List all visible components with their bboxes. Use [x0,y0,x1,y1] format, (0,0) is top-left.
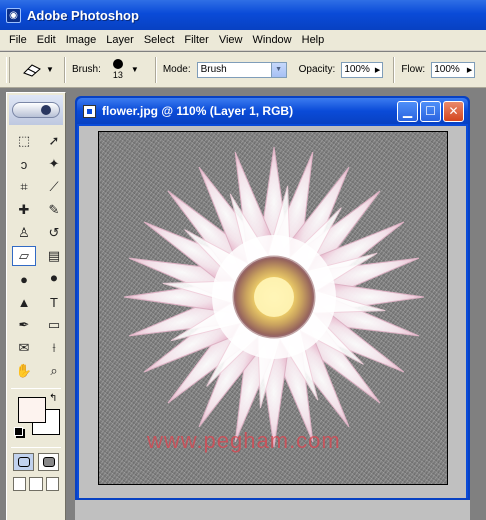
toolbox-separator [11,388,61,389]
mode-select[interactable]: Brush ▼ [196,61,287,78]
document-window: flower.jpg @ 110% (Layer 1, RGB) ▁ ☐ ✕ w… [75,96,470,500]
menu-filter[interactable]: Filter [179,34,213,46]
standard-screen-mode-icon[interactable] [13,477,27,491]
brush-chevron-down-icon[interactable]: ▼ [131,65,139,74]
options-bar: ▼ Brush: 13 ▼ Mode: Brush ▼ Opacity: 100… [0,52,486,88]
document-icon [83,104,96,118]
app-titlebar: ◉ Adobe Photoshop [0,0,486,30]
options-bar-grip[interactable] [6,56,10,83]
mode-value: Brush [200,64,227,75]
history-brush-tool-icon[interactable]: ↺ [42,223,66,243]
marquee-tool-icon[interactable]: ⬚ [12,131,36,151]
document-titlebar[interactable]: flower.jpg @ 110% (Layer 1, RGB) ▁ ☐ ✕ [77,98,468,124]
move-tool-icon[interactable]: ➚ [42,131,66,151]
path-selection-tool-icon[interactable]: ▲ [12,292,36,312]
slice-tool-icon[interactable]: ⟋ [42,177,66,197]
flow-field[interactable]: 100% ▶ [431,61,476,78]
crop-tool-icon[interactable]: ⌗ [12,177,36,197]
window-controls: ▁ ☐ ✕ [397,100,464,122]
app-title: Adobe Photoshop [27,7,139,23]
document-title: flower.jpg @ 110% (Layer 1, RGB) [102,104,294,118]
mode-label: Mode: [162,64,191,75]
standard-mode-icon [17,457,30,467]
opacity-label: Opacity: [298,64,336,75]
opacity-field[interactable]: 100% ▶ [341,61,384,78]
brush-dot-icon [112,59,123,69]
stamp-tool-icon[interactable]: ♙ [12,223,36,243]
brush-label: Brush: [72,64,101,75]
photoshop-eye-icon [12,102,60,118]
photoshop-app-icon: ◉ [6,7,21,23]
lasso-tool-icon[interactable]: ↄ [12,154,36,174]
options-separator [393,56,396,83]
brush-preview[interactable]: 13 [107,56,129,84]
shape-tool-icon[interactable]: ▭ [42,315,66,335]
close-button[interactable]: ✕ [443,100,464,122]
menu-select[interactable]: Select [139,34,180,46]
magic-wand-tool-icon[interactable]: ✦ [42,154,66,174]
foreground-color-swatch[interactable] [18,397,46,423]
eraser-tool-icon[interactable]: ▱ [12,246,36,266]
chevron-down-icon: ▼ [46,65,54,74]
dodge-tool-icon[interactable]: ⚫ [42,269,66,289]
menu-layer[interactable]: Layer [101,34,139,46]
options-separator [154,56,157,83]
document-body: www.pegham.com [79,126,466,498]
opacity-value: 100% [344,64,370,75]
toolbox-panel: ⬚ ➚ ↄ ✦ ⌗ ⟋ ✚ ✎ ♙ ↺ ▱ ▤ ● ⚫ ▲ T ✒ ▭ ✉ ⟊ … [6,92,66,520]
hand-tool-icon[interactable]: ✋ [12,361,36,381]
menu-file[interactable]: File [4,34,32,46]
healing-brush-tool-icon[interactable]: ✚ [12,200,36,220]
toolbox-separator [11,447,61,448]
notes-tool-icon[interactable]: ✉ [12,338,36,358]
quick-mask-icon [42,457,55,467]
mask-mode-row [7,451,65,473]
tool-grid: ⬚ ➚ ↄ ✦ ⌗ ⟋ ✚ ✎ ♙ ↺ ▱ ▤ ● ⚫ ▲ T ✒ ▭ ✉ ⟊ … [7,127,65,385]
image-canvas[interactable]: www.pegham.com [98,131,448,485]
menu-help[interactable]: Help [297,34,330,46]
menu-view[interactable]: View [214,34,248,46]
quick-mask-mode-button[interactable] [38,453,59,471]
standard-mode-button[interactable] [13,453,34,471]
options-separator [64,56,66,83]
menu-edit[interactable]: Edit [32,34,61,46]
watermark-text: www.pegham.com [147,428,341,453]
toolbox-header[interactable] [9,95,63,125]
flow-chevron-icon: ▶ [466,66,473,74]
opacity-chevron-icon: ▶ [374,66,381,74]
eraser-icon [23,63,41,77]
swap-colors-icon[interactable]: ↰ [49,393,57,404]
type-tool-icon[interactable]: T [42,292,66,312]
zoom-tool-icon[interactable]: ⌕ [42,361,66,381]
brush-size-value: 13 [112,70,123,80]
workspace-bottom [75,500,470,520]
brush-tool-icon[interactable]: ✎ [42,200,66,220]
full-screen-menu-mode-icon[interactable] [29,477,43,491]
minimize-button[interactable]: ▁ [397,100,418,122]
mode-dropdown-icon: ▼ [270,62,286,77]
maximize-button[interactable]: ☐ [420,100,441,122]
color-swatches: ↰ [12,393,60,443]
default-colors-icon[interactable] [14,427,23,436]
menu-image[interactable]: Image [61,34,102,46]
flow-label: Flow: [401,64,426,75]
menu-window[interactable]: Window [248,34,297,46]
gradient-tool-icon[interactable]: ▤ [42,246,66,266]
full-screen-mode-icon[interactable] [45,477,59,491]
tool-preset-picker[interactable]: ▼ [18,58,58,82]
flow-value: 100% [434,64,460,75]
eyedropper-tool-icon[interactable]: ⟊ [42,338,66,358]
screen-mode-row [7,473,65,495]
menu-bar: File Edit Image Layer Select Filter View… [0,30,486,51]
blur-tool-icon[interactable]: ● [12,269,36,289]
pen-tool-icon[interactable]: ✒ [12,315,36,335]
